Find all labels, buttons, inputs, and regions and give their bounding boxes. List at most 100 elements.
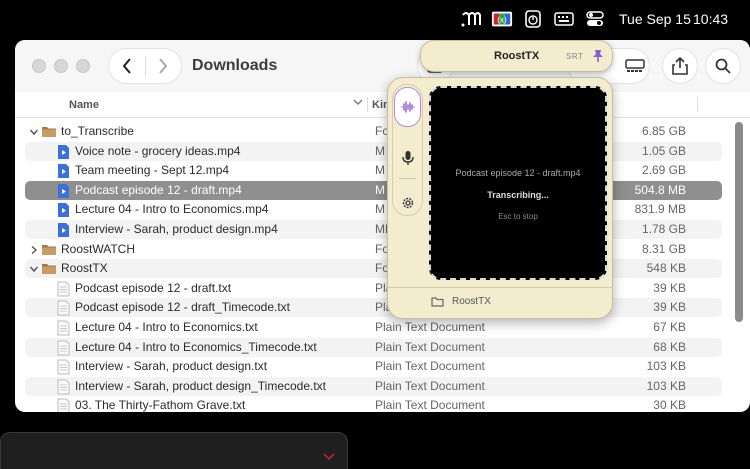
close-window-button[interactable] [32,59,46,73]
video-file-icon [57,202,71,218]
stop-hint: Esc to stop [498,212,538,221]
gear-icon[interactable] [401,196,415,215]
current-file-name: Podcast episode 12 - draft.mp4 [455,168,581,178]
file-size: 8.31 GB [641,241,686,256]
name-column-header[interactable]: Name [69,99,99,111]
file-kind: M [375,182,385,197]
file-row[interactable]: Podcast episode 12 - draft_Timecode.txtP… [25,298,722,318]
navigation-group [108,48,182,84]
menu-bar-time[interactable]: 10:43 [693,11,728,27]
file-row[interactable]: Podcast episode 12 - draft.mp4 M 504.8 MB [25,180,722,200]
disclosure-closed-icon[interactable] [29,244,39,254]
menu-bar-date[interactable]: Tue Sep 15 [619,11,691,27]
folder-row[interactable]: RoostWATCHFolder8.31 GB [25,240,722,259]
file-row[interactable]: Voice note - grocery ideas.mp4 M 1.05 GB [25,141,722,161]
output-folder-button[interactable]: RoostTX [431,296,491,307]
file-name: Lecture 04 - Intro to Economics.mp4 [75,202,269,217]
share-icon [672,57,688,75]
output-folder-name: RoostTX [452,296,491,307]
back-button[interactable] [109,49,145,83]
sort-chevron-icon[interactable] [353,97,363,110]
file-row[interactable]: Interview - Sarah, product design.mp4MPE… [25,220,722,239]
file-name: RoostWATCH [61,241,136,256]
video-file-icon [57,163,71,179]
roosttx-title: RoostTX [494,50,540,62]
keyboard-icon[interactable] [553,9,575,29]
file-row[interactable]: Team meeting - Sept 12.mp4 M 2.69 GB [25,161,722,180]
microphone-icon[interactable] [401,150,415,171]
file-size: 67 KB [653,320,686,334]
folder-row[interactable]: to_Transcribe Fo 6.85 GB [25,122,722,141]
chevron-left-icon [122,58,131,74]
caption-icon[interactable]: (x) [491,9,513,29]
waveform-mode-button[interactable] [394,87,421,127]
file-size: 103 KB [646,378,686,393]
file-kind: Plain Text Document [375,320,485,334]
file-size: 6.85 GB [641,124,686,138]
file-size: 504.8 MB [634,182,686,197]
search-icon [715,58,731,74]
disclosure-open-icon[interactable] [29,126,39,136]
file-name: Team meeting - Sept 12.mp4 [75,163,230,178]
search-button[interactable] [705,48,741,84]
file-row[interactable]: Lecture 04 - Intro to Economics.txt Plain… [25,318,722,337]
text-file-icon [57,281,71,297]
drop-zone[interactable]: Podcast episode 12 - draft.mp4 Transcrib… [429,86,607,280]
roosttx-title-bar[interactable]: RoostTX SRT [420,40,613,72]
file-name: Podcast episode 12 - draft.txt [75,280,232,295]
menu-bar-status-icons: (x) [460,9,606,29]
file-size: 39 KB [653,280,686,295]
menu-bar: (x) Tue Sep 15 10:43 [0,0,750,38]
zoom-window-button[interactable] [76,59,90,73]
vertical-scrollbar[interactable] [735,122,743,322]
file-size: 1.05 GB [641,143,686,158]
svg-text:(x): (x) [497,16,507,25]
control-center-icon[interactable] [584,9,606,29]
file-name: Podcast episode 12 - draft_Timecode.txt [75,300,291,315]
file-size: 831.9 MB [634,202,686,217]
file-kind: Plain Text Document [375,359,485,374]
file-size: 68 KB [653,339,686,354]
roosttx-sidebar [392,84,423,216]
file-size: 103 KB [646,359,686,374]
file-row[interactable]: 03. The Thirty-Fathom Grave.txt Plain Tex… [25,396,722,412]
pin-icon[interactable] [591,49,605,68]
file-kind: Plain Text Document [375,398,485,412]
disclosure-open-icon[interactable] [29,263,39,273]
file-name: Voice note - grocery ideas.mp4 [75,143,241,158]
output-format-label[interactable]: SRT [566,52,583,61]
file-kind: Plain Text Document [375,378,485,393]
gallery-view-button[interactable] [616,48,654,84]
file-name: Lecture 04 - Intro to Economics.txt [75,320,258,334]
file-row[interactable]: Interview - Sarah, product design.txt Pla… [25,357,722,376]
window-title: Downloads [192,57,278,74]
forward-button[interactable] [145,49,181,83]
text-file-icon [57,379,71,395]
video-file-icon [57,183,71,198]
file-name: Interview - Sarah, product design.mp4 [75,222,278,236]
timer-icon[interactable] [522,9,544,29]
file-row[interactable]: Lecture 04 - Intro to Economics_Timecode… [25,337,722,357]
waveform-icon [400,101,415,113]
file-name: Interview - Sarah, product design.txt [75,359,268,374]
file-row[interactable]: Interview - Sarah, product design_Timeco… [25,376,722,396]
roosttx-panel: Podcast episode 12 - draft.mp4 Transcrib… [387,77,613,319]
folder-icon [41,124,56,139]
file-name: 03. The Thirty-Fathom Grave.txt [75,398,246,412]
column-divider[interactable] [367,97,368,112]
file-name: Lecture 04 - Intro to Economics_Timecode… [75,339,317,354]
gallery-icon [625,59,645,72]
file-kind: M [375,163,385,178]
background-window [0,432,348,469]
column-divider[interactable] [697,97,698,112]
music-control-icon[interactable] [460,9,482,29]
share-button[interactable] [662,48,698,84]
file-name: to_Transcribe [61,124,134,138]
minimize-window-button[interactable] [54,59,68,73]
folder-row[interactable]: RoostTXFolder548 KB [25,259,722,279]
footer-divider [388,287,612,288]
transcription-status: Transcribing... [487,190,549,200]
chevron-down-icon[interactable] [323,448,335,466]
file-row[interactable]: Podcast episode 12 - draft.txtPlain Tex3… [25,279,722,298]
file-row[interactable]: Lecture 04 - Intro to Economics.mp4 M 831.… [25,200,722,219]
